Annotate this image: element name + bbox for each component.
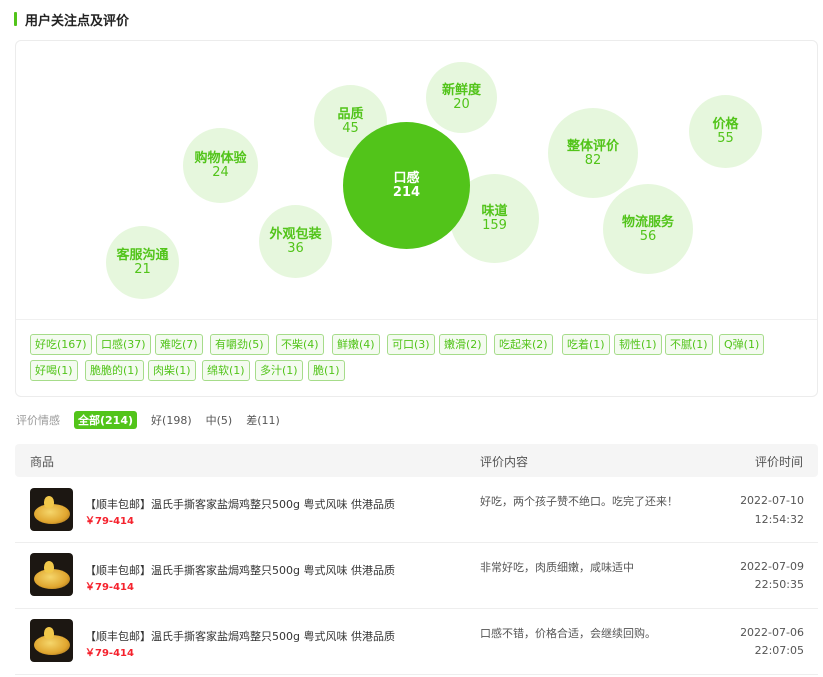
bubble-shopping-experience[interactable]: 购物体验 24 <box>183 128 258 203</box>
bubble-label: 客服沟通 <box>116 248 169 263</box>
bubble-count: 55 <box>717 131 734 146</box>
keyword-tag[interactable]: 嫩滑(2) <box>439 334 487 355</box>
filter-option-neutral[interactable]: 中(5) <box>206 412 233 428</box>
section-title: 用户关注点及评价 <box>25 13 130 29</box>
food-thumbnail-icon <box>30 553 73 596</box>
bubble-count: 36 <box>287 241 304 256</box>
keyword-tag[interactable]: 吃着(1) <box>562 334 610 355</box>
bubble-label: 新鲜度 <box>441 83 481 98</box>
column-product: 商品 <box>30 455 55 469</box>
product-name[interactable]: 【顺丰包邮】温氏手撕客家盐焗鸡整只500g 粤式风味 供港品质 <box>85 628 395 644</box>
keyword-panel: 购物体验 24 品质 45 新鲜度 20 外观包装 36 客服沟通 21 味道 … <box>15 40 818 397</box>
bubble-logistics[interactable]: 物流服务 56 <box>603 184 693 274</box>
bubble-label: 味道 <box>481 204 508 219</box>
product-price: ￥79-414 <box>85 582 134 593</box>
bubble-count: 45 <box>342 121 359 136</box>
bubble-label: 外观包装 <box>269 227 322 242</box>
review-table-header: 商品 评价内容 评价时间 <box>15 444 818 477</box>
bubble-count: 82 <box>584 152 602 168</box>
product-name[interactable]: 【顺丰包邮】温氏手撕客家盐焗鸡整只500g 粤式风味 供港品质 <box>85 496 395 512</box>
filter-option-good[interactable]: 好(198) <box>151 412 192 428</box>
bubble-count: 24 <box>212 165 229 180</box>
keyword-tag[interactable]: 绵软(1) <box>202 360 250 381</box>
filter-option-bad[interactable]: 差(11) <box>246 412 280 428</box>
keyword-tag[interactable]: 吃起来(2) <box>494 334 553 355</box>
bubble-count: 159 <box>482 218 507 233</box>
bubble-label: 购物体验 <box>194 151 247 166</box>
keyword-tag[interactable]: 好吃(167) <box>30 334 92 355</box>
column-content: 评价内容 <box>480 455 529 469</box>
review-date: 2022-07-09 <box>740 560 804 573</box>
table-row[interactable]: 【顺丰包邮】温氏手撕客家盐焗鸡整只500g 粤式风味 供港品质 ￥79-414 … <box>15 543 818 609</box>
bubble-count: 56 <box>639 228 657 244</box>
bubble-packaging[interactable]: 外观包装 36 <box>259 205 332 278</box>
product-price: ￥79-414 <box>85 648 134 659</box>
keyword-tag[interactable]: 不腻(1) <box>665 334 713 355</box>
bubble-count: 21 <box>134 262 151 277</box>
review-text: 非常好吃，肉质细嫩，咸味适中 <box>480 561 634 574</box>
food-thumbnail-icon <box>30 619 73 662</box>
review-text: 好吃，两个孩子赞不绝口。吃完了还来！ <box>480 495 678 508</box>
table-row[interactable]: 【顺丰包邮】温氏手撕客家盐焗鸡整只500g 粤式风味 供港品质 ￥79-414 … <box>15 609 818 675</box>
bubble-count: 214 <box>392 185 421 200</box>
keyword-tag[interactable]: 有嚼劲(5) <box>210 334 269 355</box>
keyword-tag[interactable]: 鲜嫩(4) <box>332 334 380 355</box>
bubble-label: 整体评价 <box>566 138 619 154</box>
product-price: ￥79-414 <box>85 516 134 527</box>
filter-label: 评价情感 <box>16 414 60 427</box>
review-time: 22:50:35 <box>754 578 804 591</box>
keyword-tag[interactable]: 可口(3) <box>387 334 435 355</box>
keyword-bubble-cloud: 购物体验 24 品质 45 新鲜度 20 外观包装 36 客服沟通 21 味道 … <box>16 41 817 319</box>
keyword-tag[interactable]: 脆脆的(1) <box>85 360 144 381</box>
product-name[interactable]: 【顺丰包邮】温氏手撕客家盐焗鸡整只500g 粤式风味 供港品质 <box>85 562 395 578</box>
bubble-count: 20 <box>453 97 470 112</box>
bubble-customer-service[interactable]: 客服沟通 21 <box>106 226 179 299</box>
accent-bar <box>14 12 17 26</box>
column-time: 评价时间 <box>754 455 803 469</box>
food-thumbnail-icon <box>30 488 73 531</box>
bubble-freshness[interactable]: 新鲜度 20 <box>426 62 497 133</box>
keyword-tag[interactable]: 不柴(4) <box>276 334 324 355</box>
review-date: 2022-07-06 <box>740 626 804 639</box>
bubble-price[interactable]: 价格 55 <box>689 95 762 168</box>
keyword-tag[interactable]: 多汁(1) <box>255 360 303 381</box>
bubble-label: 物流服务 <box>621 214 674 230</box>
divider <box>16 319 817 320</box>
keyword-tag[interactable]: 韧性(1) <box>614 334 662 355</box>
section-header: 用户关注点及评价 <box>14 10 130 29</box>
review-time: 22:07:05 <box>754 644 804 657</box>
bubble-label: 口感 <box>393 171 420 186</box>
sentiment-filter: 评价情感 全部(214) 好(198) 中(5) 差(11) <box>16 411 294 429</box>
bubble-label: 品质 <box>337 107 364 122</box>
bubble-label: 价格 <box>712 117 739 132</box>
review-time: 12:54:32 <box>754 513 804 526</box>
keyword-tag[interactable]: 脆(1) <box>308 360 345 381</box>
keyword-tag[interactable]: Q弹(1) <box>719 334 765 355</box>
keyword-tag[interactable]: 好喝(1) <box>30 360 78 381</box>
keyword-tag[interactable]: 肉柴(1) <box>148 360 196 381</box>
filter-option-all[interactable]: 全部(214) <box>74 411 138 429</box>
keyword-tag[interactable]: 口感(37) <box>96 334 151 355</box>
table-row[interactable]: 【顺丰包邮】温氏手撕客家盐焗鸡整只500g 粤式风味 供港品质 ￥79-414 … <box>15 477 818 543</box>
bubble-overall-rating[interactable]: 整体评价 82 <box>548 108 638 198</box>
keyword-tag[interactable]: 难吃(7) <box>155 334 203 355</box>
review-text: 口感不错，价格合适，会继续回购。 <box>480 627 656 640</box>
bubble-mouthfeel[interactable]: 口感 214 <box>343 122 470 249</box>
review-date: 2022-07-10 <box>740 494 804 507</box>
